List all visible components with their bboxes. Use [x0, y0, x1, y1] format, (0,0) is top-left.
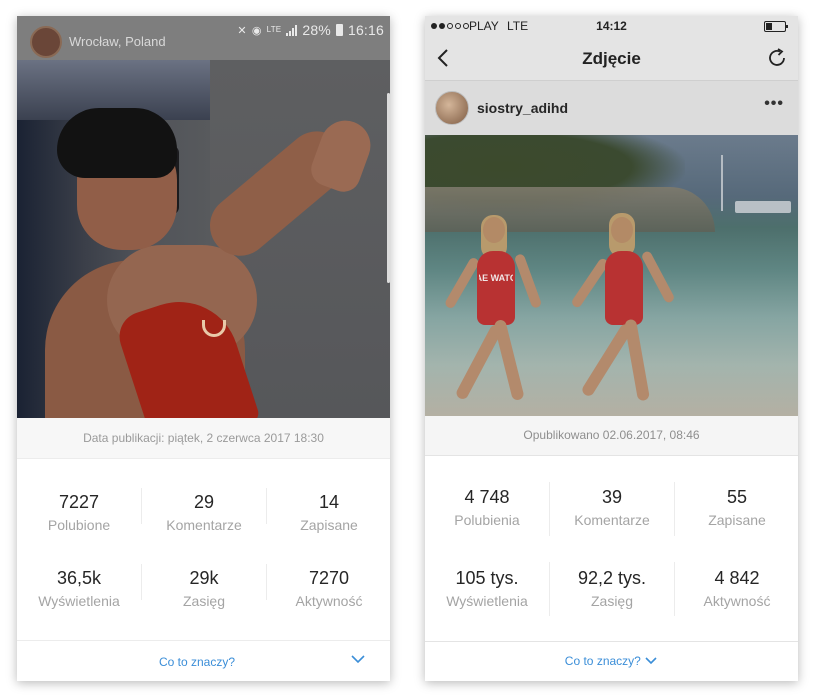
refresh-icon[interactable] — [766, 47, 788, 69]
status-bar: PLAY LTE 14:12 — [425, 16, 798, 36]
clock: 14:12 — [596, 19, 627, 33]
stat-views: 36,5k Wyświetlenia — [17, 568, 141, 609]
network-type: LTE — [266, 25, 282, 34]
post-photo[interactable]: BAE WATCH — [425, 135, 798, 416]
stat-label: Polubienia — [454, 512, 520, 528]
battery-icon — [764, 21, 788, 32]
more-options-icon[interactable]: ••• — [764, 95, 784, 113]
stat-comments: 39 Komentarze — [550, 487, 674, 528]
stat-label: Wyświetlenia — [446, 593, 528, 609]
help-link[interactable]: Co to znaczy? — [17, 655, 377, 669]
stat-label: Polubione — [47, 517, 111, 533]
yacht — [735, 201, 791, 213]
stat-value: 7227 — [58, 492, 100, 512]
stat-comments: 29 Komentarze — [142, 492, 266, 533]
stat-value: 4 748 — [464, 487, 510, 507]
stat-value: 105 tys. — [455, 568, 519, 588]
stat-activity: 7270 Aktywność — [267, 568, 390, 609]
battery-percent: 28% — [302, 22, 331, 38]
mute-icon: ✕ — [237, 24, 247, 37]
stat-value: 29k — [189, 568, 219, 588]
stat-value: 36,5k — [56, 568, 102, 588]
stat-value: 55 — [726, 487, 748, 507]
publication-date: Data publikacji: piątek, 2 czerwca 2017 … — [17, 418, 390, 459]
nav-bar: Zdjęcie — [425, 36, 798, 81]
swimsuit-print: BAE WATCH — [479, 273, 513, 283]
stat-reach: 29k Zasięg — [142, 568, 266, 609]
battery-icon — [335, 24, 343, 36]
stat-value: 29 — [193, 492, 215, 512]
signal-icon — [286, 24, 298, 36]
stat-value: 4 842 — [714, 568, 760, 588]
publication-date: Opublikowano 02.06.2017, 08:46 — [425, 416, 798, 456]
avatar[interactable] — [30, 26, 62, 58]
stat-label: Wyświetlenia — [38, 593, 120, 609]
page-title: Zdjęcie — [582, 49, 641, 68]
right-phone-screen: PLAY LTE 14:12 Zdjęcie siostry_adihd ••• — [425, 16, 798, 681]
status-bar: Wrocław, Poland ✕ ◉ LTE 28% 16:16 — [17, 16, 390, 60]
stat-label: Zasięg — [590, 593, 634, 609]
chevron-down-icon[interactable] — [644, 654, 658, 668]
post-header: siostry_adihd ••• — [425, 81, 798, 135]
stat-label: Aktywność — [703, 593, 771, 609]
stat-reach: 92,2 tys. Zasięg — [550, 568, 674, 609]
help-link-label: Co to znaczy? — [564, 654, 641, 668]
left-phone-screen: Wrocław, Poland ✕ ◉ LTE 28% 16:16 Data p… — [17, 16, 390, 681]
stat-activity: 4 842 Aktywność — [675, 568, 798, 609]
stat-likes: 7227 Polubione — [17, 492, 141, 533]
stat-saved: 55 Zapisane — [675, 487, 798, 528]
stat-label: Zapisane — [300, 517, 358, 533]
clock: 16:16 — [347, 22, 384, 38]
post-location[interactable]: Wrocław, Poland — [69, 34, 166, 49]
stat-likes: 4 748 Polubienia — [425, 487, 549, 528]
stat-label: Komentarze — [166, 517, 242, 533]
stat-saved: 14 Zapisane — [267, 492, 390, 533]
stat-value: 39 — [601, 487, 623, 507]
chevron-down-icon[interactable] — [350, 651, 366, 667]
stat-label: Aktywność — [295, 593, 363, 609]
svg-text:BAE WATCH: BAE WATCH — [479, 273, 513, 283]
username[interactable]: siostry_adihd — [477, 100, 568, 116]
help-link[interactable]: Co to znaczy? — [425, 654, 798, 668]
status-icons: ✕ ◉ LTE 28% 16:16 — [237, 22, 384, 38]
stat-label: Zapisane — [708, 512, 766, 528]
help-footer: Co to znaczy? — [425, 641, 798, 681]
stat-value: 7270 — [308, 568, 350, 588]
stat-label: Komentarze — [574, 512, 650, 528]
alarm-icon: ◉ — [251, 24, 262, 37]
stat-value: 92,2 tys. — [577, 568, 647, 588]
stat-label: Zasięg — [182, 593, 226, 609]
help-footer: Co to znaczy? — [17, 640, 390, 681]
scrollbar[interactable] — [387, 93, 390, 283]
stat-value: 14 — [318, 492, 340, 512]
stat-views: 105 tys. Wyświetlenia — [425, 568, 549, 609]
post-photo[interactable] — [17, 60, 390, 418]
avatar[interactable] — [435, 91, 469, 125]
